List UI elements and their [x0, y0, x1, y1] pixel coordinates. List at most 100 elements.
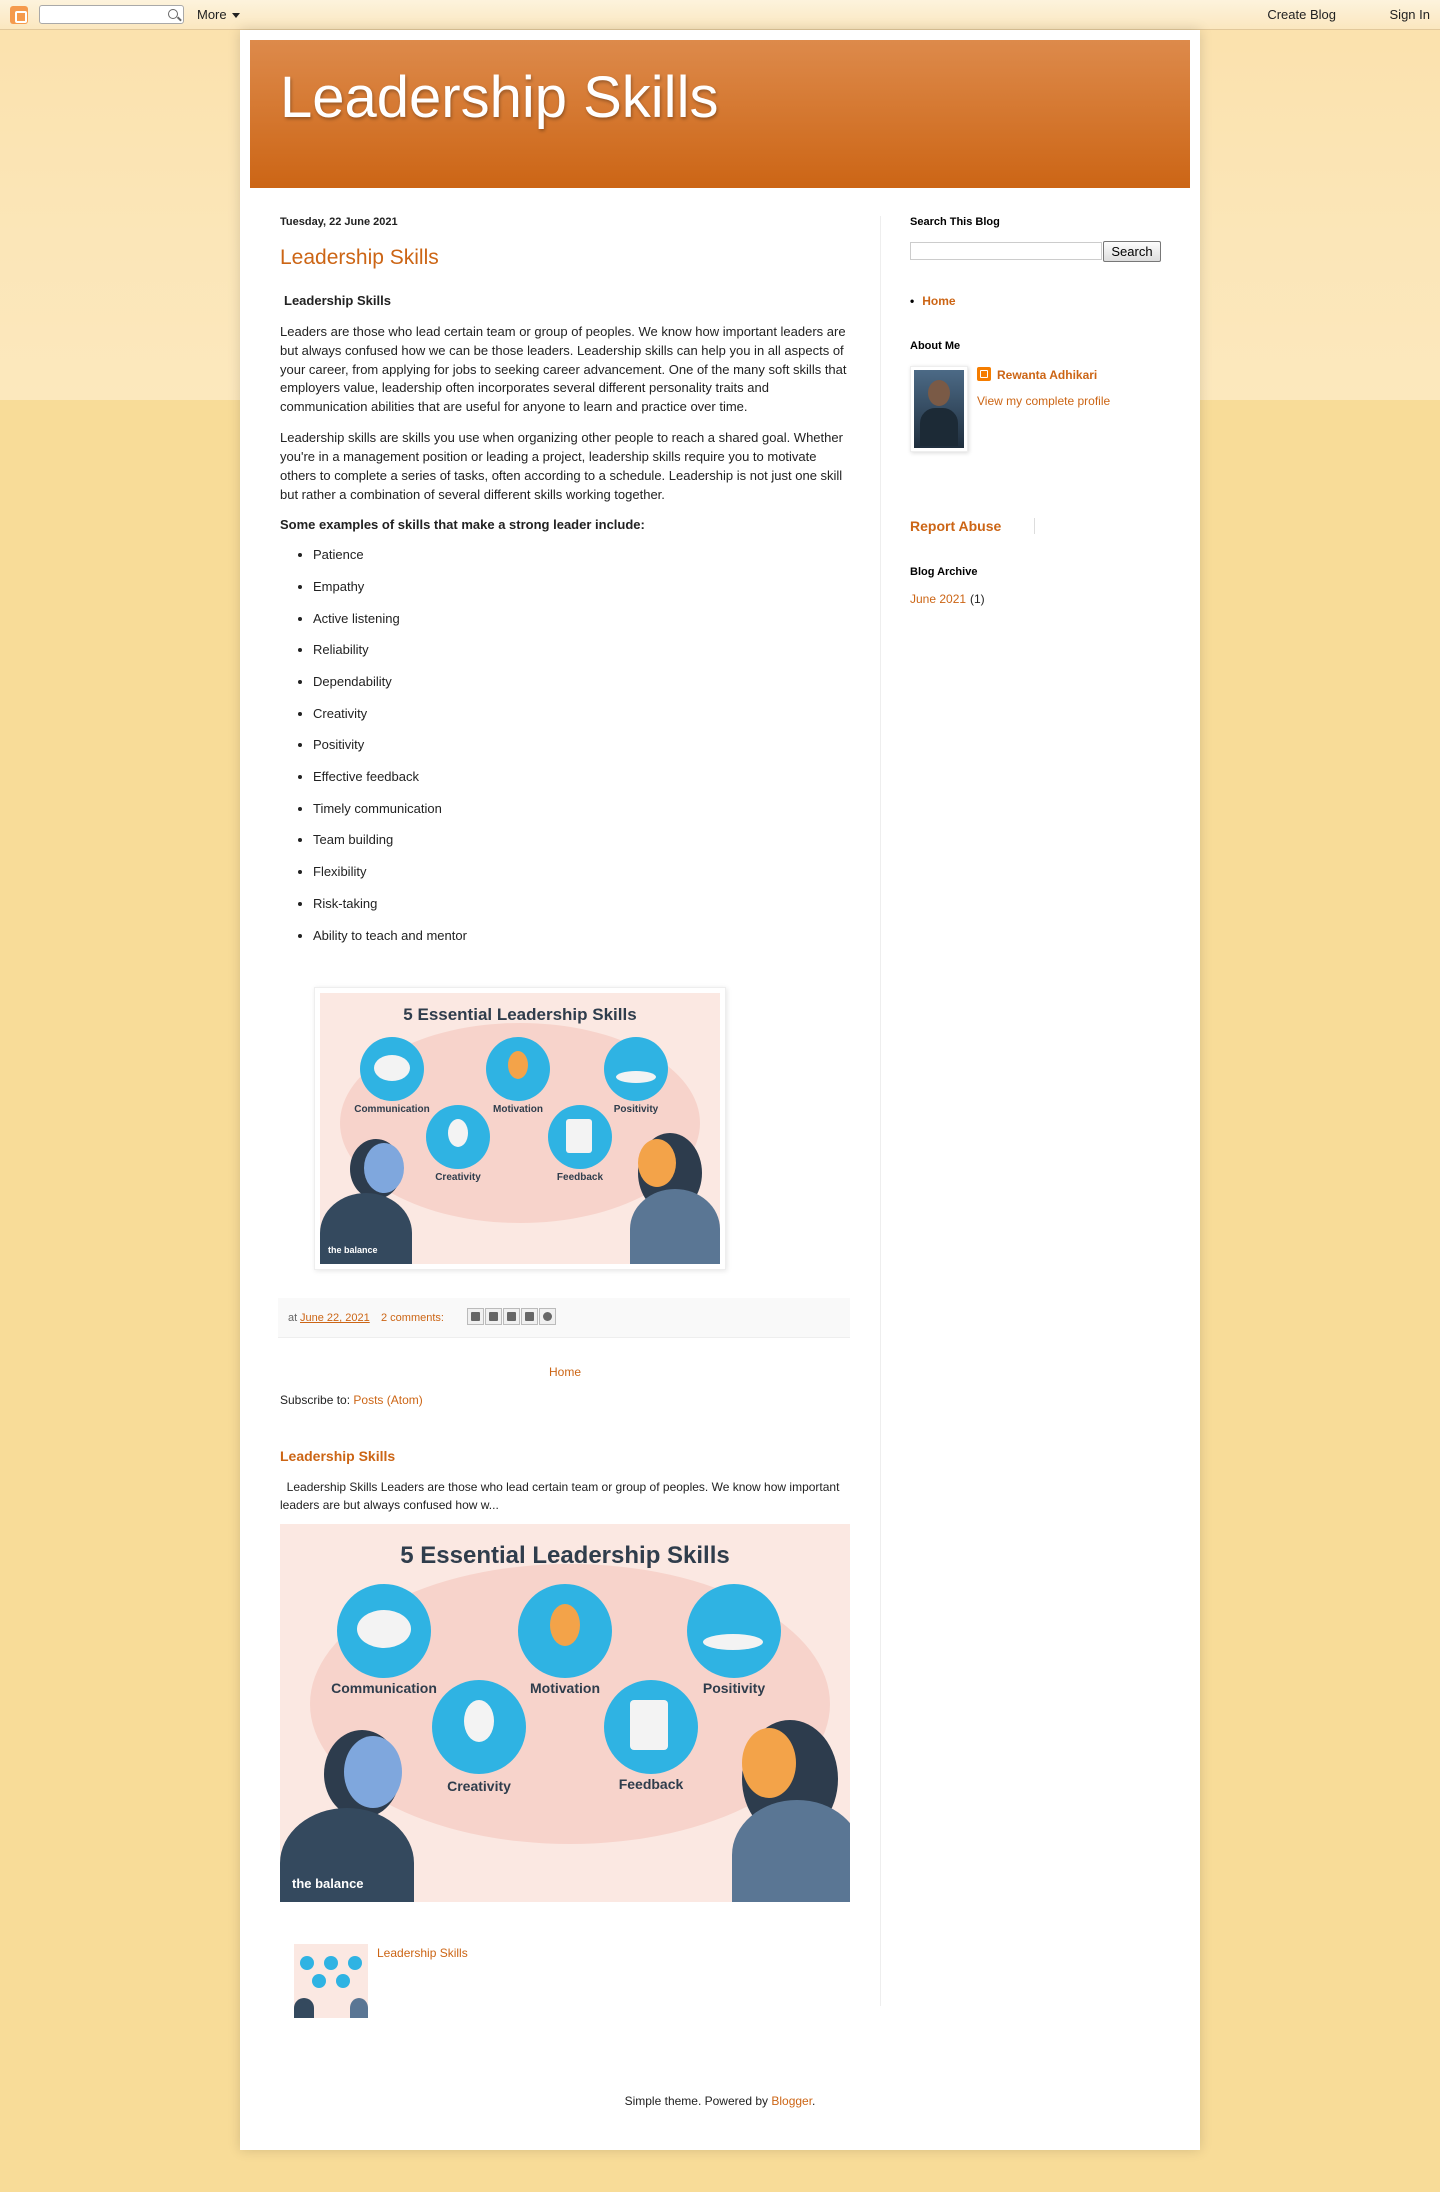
list-item: Timely communication [313, 801, 850, 833]
post-title[interactable]: Leadership Skills [280, 246, 439, 270]
navbar-search-input[interactable] [39, 5, 184, 24]
infographic-image[interactable]: 5 Essential Leadership Skills Communicat… [320, 993, 720, 1264]
infographic-label: Feedback [618, 1776, 684, 1792]
page-footer: Simple theme. Powered by Blogger. [240, 2094, 1200, 2108]
examples-heading: Some examples of skills that make a stro… [280, 517, 645, 533]
list-item: Patience [313, 547, 850, 579]
list-item: Effective feedback [313, 769, 850, 801]
infographic-title: 5 Essential Leadership Skills [403, 1005, 637, 1024]
popular-post-snippet: Leadership Skills Leaders are those who … [280, 1480, 843, 1512]
list-item: Team building [313, 832, 850, 864]
popular-post-link[interactable]: Leadership Skills [377, 1946, 468, 1960]
profile-photo [914, 370, 964, 448]
list-item: Active listening [313, 611, 850, 643]
more-menu-button[interactable]: More [197, 7, 241, 22]
thumbnail-icon [312, 1974, 326, 1988]
sign-in-link[interactable]: Sign In [1390, 7, 1430, 22]
blogger-logo-icon[interactable] [10, 6, 28, 24]
facebook-share-icon[interactable] [521, 1308, 538, 1325]
thumbnail-icon [324, 1956, 338, 1970]
list-item: Ability to teach and mentor [313, 928, 850, 960]
person-illustration [732, 1800, 850, 1902]
view-profile-link[interactable]: View my complete profile [977, 394, 1110, 408]
popular-post-thumbnail[interactable] [294, 1944, 368, 2018]
posts-atom-link[interactable]: Posts (Atom) [353, 1393, 422, 1407]
feedback-icon [604, 1680, 698, 1774]
divider [1034, 518, 1035, 534]
list-item: Positivity [313, 737, 850, 769]
blogger-navbar: More Create Blog Sign In [0, 0, 1440, 30]
report-abuse-link[interactable]: Report Abuse [910, 518, 1001, 534]
post-image-frame[interactable]: 5 Essential Leadership Skills Communicat… [314, 987, 726, 1270]
infographic-label: Motivation [530, 1680, 600, 1696]
infographic-label: Communication [354, 1104, 430, 1115]
blog-search-input[interactable] [910, 242, 1102, 260]
twitter-share-icon[interactable] [503, 1308, 520, 1325]
footer-end: . [812, 2094, 816, 2108]
archive-heading: Blog Archive [910, 566, 978, 578]
sidebar-home-link[interactable]: Home [910, 294, 955, 308]
create-blog-link[interactable]: Create Blog [1267, 7, 1336, 22]
blogthis-share-icon[interactable] [485, 1308, 502, 1325]
home-link[interactable]: Home [280, 1365, 850, 1379]
post-date-link[interactable]: June 22, 2021 [300, 1312, 370, 1324]
person-illustration [344, 1736, 402, 1808]
email-share-icon[interactable] [467, 1308, 484, 1325]
archive-month-link[interactable]: June 2021 [910, 592, 966, 606]
communication-icon [337, 1584, 431, 1678]
lightbulb-icon [432, 1680, 526, 1774]
content-container: Leadership Skills Tuesday, 22 June 2021 … [240, 30, 1200, 2150]
post-subhead: Leadership Skills [284, 293, 391, 308]
archive-count: (1) [970, 592, 985, 606]
infographic-label: Creativity [435, 1172, 481, 1183]
post-paragraph-2: Leadership skills are skills you use whe… [280, 430, 843, 502]
list-item: Risk-taking [313, 896, 850, 928]
communication-icon [360, 1037, 424, 1101]
infographic-label: Communication [331, 1680, 437, 1696]
person-illustration [630, 1189, 720, 1264]
subscribe-line: Subscribe to: Posts (Atom) [280, 1393, 423, 1407]
pinterest-share-icon[interactable] [539, 1308, 556, 1325]
person-illustration [294, 1998, 314, 2018]
post-date: Tuesday, 22 June 2021 [280, 216, 398, 228]
blog-title[interactable]: Leadership Skills [280, 64, 718, 131]
skills-list: Patience Empathy Active listening Reliab… [313, 547, 850, 959]
feedback-icon [548, 1105, 612, 1169]
subscribe-label: Subscribe to: [280, 1393, 351, 1407]
caret-down-icon [232, 13, 241, 19]
search-button[interactable]: Search [1103, 241, 1161, 262]
post-footer-at: at [288, 1312, 298, 1324]
list-item: Dependability [313, 674, 850, 706]
infographic-label: Positivity [613, 1104, 659, 1115]
avatar[interactable] [910, 366, 968, 452]
positivity-icon [687, 1584, 781, 1678]
person-illustration [638, 1139, 676, 1187]
lightbulb-icon [426, 1105, 490, 1169]
popular-post-image[interactable]: 5 Essential Leadership Skills Communicat… [280, 1524, 850, 1902]
person-illustration [364, 1143, 404, 1193]
list-item: Reliability [313, 642, 850, 674]
column-divider [880, 216, 881, 2006]
popular-post-title[interactable]: Leadership Skills [280, 1448, 395, 1464]
thumbnail-icon [348, 1956, 362, 1970]
post-footer: at June 22, 2021 2 comments: [278, 1298, 850, 1338]
search-heading: Search This Blog [910, 216, 1000, 228]
brand-logo: the balance [292, 1876, 364, 1891]
author-name-link[interactable]: Rewanta Adhikari [997, 368, 1097, 382]
about-heading: About Me [910, 340, 961, 352]
trophy-icon [518, 1584, 612, 1678]
more-label: More [197, 7, 227, 22]
person-illustration [742, 1728, 796, 1798]
blogger-profile-icon [977, 367, 991, 381]
infographic-label: Feedback [556, 1172, 604, 1183]
brand-logo: the balance [328, 1245, 378, 1255]
positivity-icon [604, 1037, 668, 1101]
post-paragraph-1: Leaders are those who lead certain team … [280, 323, 847, 415]
comments-link[interactable]: 2 comments: [381, 1312, 444, 1324]
infographic-label: Creativity [447, 1778, 511, 1794]
blogger-link[interactable]: Blogger [771, 2094, 812, 2108]
infographic-label: Motivation [493, 1104, 543, 1115]
search-icon[interactable] [168, 9, 178, 19]
blog-header: Leadership Skills [250, 40, 1190, 188]
footer-text: Simple theme. Powered by [624, 2094, 772, 2108]
